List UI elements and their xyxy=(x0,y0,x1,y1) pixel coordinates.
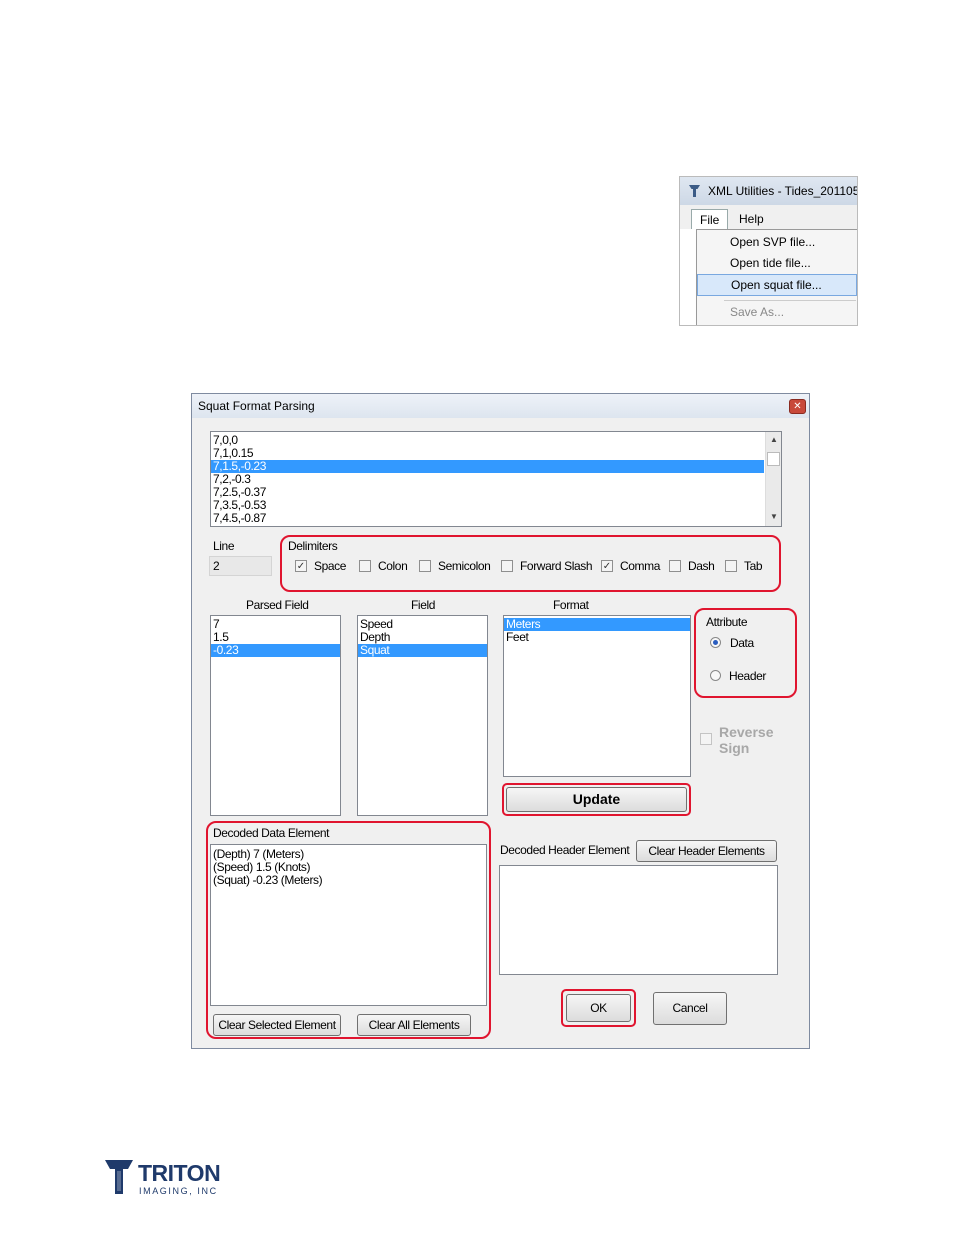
triton-logo-icon xyxy=(105,1160,133,1194)
menu-file[interactable]: File xyxy=(691,209,729,229)
close-button[interactable]: ✕ xyxy=(789,399,806,414)
file-dropdown: Open SVP file... Open tide file... Open … xyxy=(696,229,857,325)
file-menu-screenshot: XML Utilities - Tides_201105 File Help O… xyxy=(679,176,858,326)
window-title-bar: XML Utilities - Tides_201105 xyxy=(680,177,858,205)
delimiter-label: Colon xyxy=(378,559,408,573)
window-title: XML Utilities - Tides_201105 xyxy=(708,184,858,198)
menu-item-open-tide[interactable]: Open tide file... xyxy=(697,253,857,275)
delimiter-checkbox-forward-slash[interactable] xyxy=(501,560,513,572)
clear-all-button[interactable]: Clear All Elements xyxy=(357,1014,471,1036)
delimiter-label: Comma xyxy=(620,559,661,573)
data-radio[interactable] xyxy=(710,637,721,648)
squat-format-dialog: Squat Format Parsing ✕ 7,0,0 7,1,0.15 7,… xyxy=(191,393,810,1049)
scroll-thumb[interactable] xyxy=(767,452,780,466)
delimiter-label: Forward Slash xyxy=(520,559,593,573)
delimiter-checkbox-dash[interactable] xyxy=(669,560,681,572)
reverse-sign-checkbox[interactable] xyxy=(700,733,712,745)
header-radio-label: Header xyxy=(729,669,766,683)
delimiter-label: Tab xyxy=(744,559,763,573)
vertical-scrollbar[interactable]: ▲ ▼ xyxy=(765,432,781,526)
delimiter-checkbox-colon[interactable] xyxy=(359,560,371,572)
menu-bar: File Help xyxy=(680,205,857,229)
list-item[interactable]: 7 xyxy=(211,618,340,631)
delimiter-label: Dash xyxy=(688,559,715,573)
menu-item-label: Open tide file... xyxy=(730,256,811,270)
parsed-field-list[interactable]: 7 1.5 -0.23 xyxy=(210,615,341,816)
menu-item-label: Open squat file... xyxy=(731,278,822,292)
data-radio-label: Data xyxy=(730,636,754,650)
decoded-data-list[interactable]: (Depth) 7 (Meters) (Speed) 1.5 (Knots) (… xyxy=(210,844,487,1006)
scroll-up-icon[interactable]: ▲ xyxy=(770,435,778,444)
logo-name: TRITON xyxy=(138,1160,221,1186)
list-item[interactable]: 7,3.5,-0.53 xyxy=(211,499,764,512)
delimiter-label: Space xyxy=(314,559,347,573)
delimiter-checkbox-comma[interactable]: ✓ xyxy=(601,560,613,572)
menu-separator xyxy=(724,300,856,301)
menu-item-open-svp[interactable]: Open SVP file... xyxy=(697,232,857,254)
checkmark-icon: ✓ xyxy=(296,561,306,572)
line-label: Line xyxy=(213,539,235,553)
reverse-sign-label: Reverse Sign xyxy=(719,724,774,756)
menu-item-label: Save As... xyxy=(730,305,785,319)
format-list[interactable]: Meters Feet xyxy=(503,615,691,777)
dialog-title: Squat Format Parsing xyxy=(198,399,315,413)
checkmark-icon: ✓ xyxy=(602,561,612,572)
delimiters-label: Delimiters xyxy=(288,539,338,553)
list-item[interactable]: 7,2,-0.3 xyxy=(211,473,764,486)
cancel-button[interactable]: Cancel xyxy=(653,992,727,1025)
list-item[interactable]: 7,4.5,-0.87 xyxy=(211,512,764,525)
list-item-selected[interactable]: -0.23 xyxy=(211,644,340,657)
line-value: 2 xyxy=(213,559,220,573)
list-item[interactable]: (Squat) -0.23 (Meters) xyxy=(211,874,486,887)
list-item-selected[interactable]: Squat xyxy=(358,644,487,657)
menu-item-open-squat[interactable]: Open squat file... xyxy=(697,274,857,296)
header-radio[interactable] xyxy=(710,670,721,681)
list-item-selected[interactable]: 7,1.5,-0.23 xyxy=(211,460,764,473)
delimiter-label: Semicolon xyxy=(438,559,491,573)
list-item[interactable]: 7,2.5,-0.37 xyxy=(211,486,764,499)
delimiter-checkbox-tab[interactable] xyxy=(725,560,737,572)
delimiter-checkbox-space[interactable]: ✓ xyxy=(295,560,307,572)
list-item[interactable]: Feet xyxy=(504,631,690,644)
menu-item-save-as[interactable]: Save As... xyxy=(697,302,857,324)
clear-selected-button[interactable]: Clear Selected Element xyxy=(213,1014,341,1036)
field-list[interactable]: Speed Depth Squat xyxy=(357,615,488,816)
logo-subtitle: IMAGING, INC xyxy=(139,1186,218,1196)
clear-header-button[interactable]: Clear Header Elements xyxy=(636,840,777,862)
attribute-label: Attribute xyxy=(706,615,748,629)
decoded-header-label: Decoded Header Element xyxy=(500,843,630,857)
update-button[interactable]: Update xyxy=(506,787,687,812)
dialog-title-bar: Squat Format Parsing xyxy=(192,394,809,418)
menu-help[interactable]: Help xyxy=(731,209,772,229)
triton-app-icon xyxy=(689,185,700,197)
menu-file-label: File xyxy=(700,213,720,227)
parsed-field-label: Parsed Field xyxy=(246,598,309,612)
decoded-header-list[interactable] xyxy=(499,865,778,975)
raw-lines-list[interactable]: 7,0,0 7,1,0.15 7,1.5,-0.23 7,2,-0.3 7,2.… xyxy=(210,431,782,527)
line-field: 2 xyxy=(209,556,272,576)
format-label: Format xyxy=(553,598,589,612)
decoded-data-label: Decoded Data Element xyxy=(213,826,330,840)
field-label: Field xyxy=(411,598,436,612)
ok-button[interactable]: OK xyxy=(566,994,631,1022)
triton-logo: TRITON IMAGING, INC xyxy=(104,1158,234,1198)
delimiter-checkbox-semicolon[interactable] xyxy=(419,560,431,572)
menu-help-label: Help xyxy=(739,212,764,226)
list-item[interactable]: 7,1,0.15 xyxy=(211,447,764,460)
list-item-selected[interactable]: Meters xyxy=(504,618,690,631)
close-icon: ✕ xyxy=(793,401,802,412)
scroll-down-icon[interactable]: ▼ xyxy=(770,512,778,521)
list-item[interactable]: 7,0,0 xyxy=(211,434,764,447)
menu-item-label: Open SVP file... xyxy=(730,235,816,249)
